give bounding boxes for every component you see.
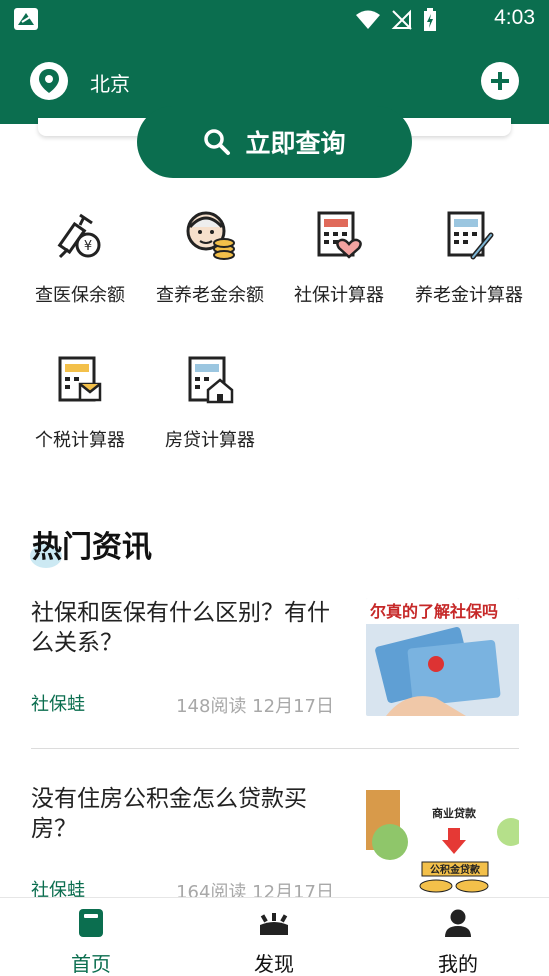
discover-icon <box>204 906 344 940</box>
city-name[interactable]: 北京 <box>90 68 130 97</box>
news-meta: 148阅读 12月17日 <box>176 696 334 717</box>
thumbnail-caption-top: 商业贷款 <box>432 806 477 820</box>
tool-medical-balance[interactable]: ¥ 查医保余额 <box>15 205 145 315</box>
location-pin-icon <box>39 69 59 93</box>
tab-home[interactable]: 首页 <box>21 906 161 976</box>
syringe-coin-icon: ¥ <box>50 205 110 265</box>
add-button[interactable] <box>481 62 519 100</box>
system-icons <box>355 8 437 32</box>
news-source: 社保蛙 <box>31 694 85 715</box>
home-icon <box>21 906 161 940</box>
calculator-heart-icon <box>309 205 369 265</box>
tool-label: 个税计算器 <box>35 430 125 451</box>
tool-label: 查养老金余额 <box>156 285 264 306</box>
battery-charging-icon <box>424 8 436 31</box>
tool-label: 养老金计算器 <box>415 285 523 306</box>
news-item[interactable]: 社保和医保有什么区别？有什么关系？ 社保蛙 148阅读 12月17日 尔真的了解… <box>31 598 519 722</box>
news-title[interactable]: 社保和医保有什么区别？有什么关系？ <box>31 598 341 658</box>
wifi-icon <box>356 10 380 29</box>
query-now-label: 立即查询 <box>245 129 346 158</box>
calculator-house-icon <box>180 350 240 410</box>
tool-pension-calculator[interactable]: 养老金计算器 <box>404 205 534 315</box>
calculator-pen-icon <box>439 205 499 265</box>
profile-icon <box>388 906 528 940</box>
tab-label: 发现 <box>254 952 294 976</box>
svg-text:¥: ¥ <box>84 239 92 254</box>
search-icon <box>204 129 231 155</box>
elder-coins-icon <box>180 205 240 265</box>
query-now-button[interactable]: 立即查询 <box>137 106 412 178</box>
tool-income-tax-calculator[interactable]: 个税计算器 <box>15 350 145 460</box>
news-thumbnail[interactable]: 尔真的了解社保吗 <box>366 598 519 716</box>
tab-profile[interactable]: 我的 <box>388 906 528 976</box>
news-source: 社保蛙 <box>31 880 85 897</box>
news-thumbnail[interactable]: 商业贷款 公积金贷款 <box>366 784 519 897</box>
no-signal-icon <box>391 9 412 30</box>
tool-label: 社保计算器 <box>294 285 384 306</box>
tool-label: 房贷计算器 <box>165 430 255 451</box>
news-item[interactable]: 没有住房公积金怎么贷款买房？ 社保蛙 164阅读 12月17日 商业贷款 公积金… <box>31 784 519 897</box>
news-divider <box>31 748 519 749</box>
tool-label: 查医保余额 <box>35 285 125 306</box>
tool-mortgage-calculator[interactable]: 房贷计算器 <box>145 350 275 460</box>
thumbnail-caption: 尔真的了解社保吗 <box>370 602 498 621</box>
tab-discover[interactable]: 发现 <box>204 906 344 976</box>
hot-news-title: 热门资讯 <box>32 530 152 565</box>
status-time: 4:03 <box>494 6 535 29</box>
tab-label: 首页 <box>71 952 111 976</box>
thumbnail-caption-bottom: 公积金贷款 <box>430 863 481 876</box>
tab-label: 我的 <box>438 952 478 976</box>
tool-pension-balance[interactable]: 查养老金余额 <box>145 205 275 315</box>
location-button[interactable] <box>30 62 68 100</box>
news-title[interactable]: 没有住房公积金怎么贷款买房？ <box>31 784 341 844</box>
plus-icon <box>491 72 509 90</box>
bottom-navigation: 首页 发现 我的 <box>0 897 549 976</box>
calculator-envelope-icon <box>50 350 110 410</box>
tool-social-security-calculator[interactable]: 社保计算器 <box>274 205 404 315</box>
news-meta: 164阅读 12月17日 <box>176 882 334 897</box>
app-notification-icon <box>14 8 38 30</box>
status-bar: 4:03 <box>0 0 549 38</box>
